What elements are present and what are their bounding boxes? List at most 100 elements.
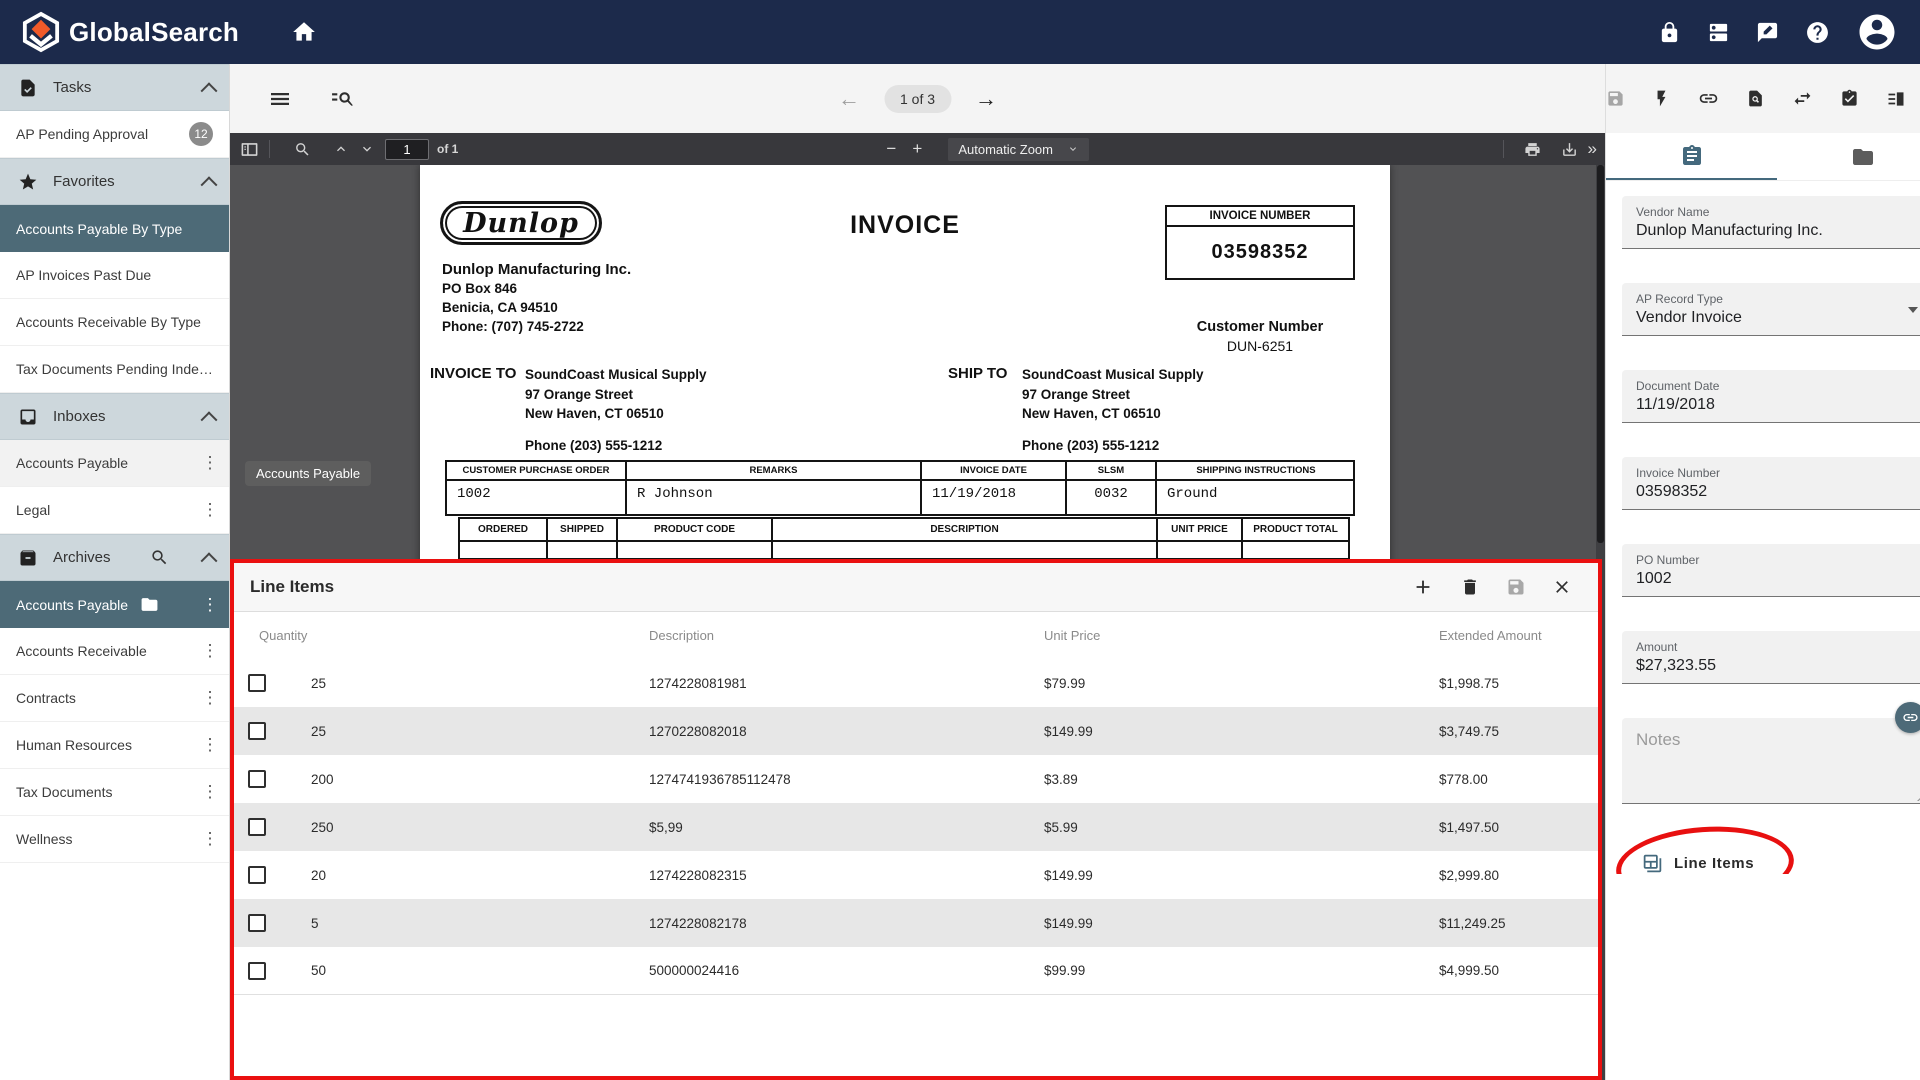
download-icon[interactable]	[1561, 141, 1578, 158]
field-invoice-number[interactable]: Invoice Number 03598352	[1622, 457, 1920, 510]
toggle-sidebar-icon[interactable]	[240, 140, 259, 159]
row-checkbox[interactable]	[248, 818, 266, 836]
account-avatar[interactable]	[1856, 11, 1898, 53]
next-document-arrow[interactable]: →	[975, 88, 997, 110]
column-description: Description	[649, 628, 1044, 643]
zoom-out-button[interactable]: −	[878, 139, 904, 159]
row-checkbox[interactable]	[248, 962, 266, 980]
row-checkbox[interactable]	[248, 866, 266, 884]
section-label: Inboxes	[53, 408, 106, 425]
sidebar-section-tasks[interactable]: Tasks	[0, 64, 229, 111]
sidebar-item-inbox-accounts-payable[interactable]: Accounts Payable ⋮	[0, 440, 229, 487]
sidebar-item-archive-accounts-payable[interactable]: Accounts Payable ⋮	[0, 581, 229, 628]
line-item-row[interactable]: 250 $5,99 $5.99 $1,497.50	[234, 803, 1598, 851]
line-item-row[interactable]: 5 1274228082178 $149.99 $11,249.25	[234, 899, 1598, 947]
item-menu-icon[interactable]: ⋮	[201, 500, 219, 520]
index-view-button[interactable]	[1886, 89, 1906, 109]
sidebar-item-archive-wellness[interactable]: Wellness ⋮	[0, 816, 229, 863]
document-search-button[interactable]	[1746, 89, 1765, 108]
item-menu-icon[interactable]: ⋮	[201, 688, 219, 708]
item-menu-icon[interactable]: ⋮	[201, 829, 219, 849]
save-document-button[interactable]	[1606, 89, 1625, 108]
find-previous-icon[interactable]	[333, 141, 349, 157]
item-menu-icon[interactable]: ⋮	[201, 735, 219, 755]
sidebar-item-inbox-legal[interactable]: Legal ⋮	[0, 487, 229, 534]
line-items-button-label: Line Items	[1674, 855, 1754, 872]
column-quantity: Quantity	[259, 628, 649, 643]
notes-input[interactable]	[1622, 718, 1920, 804]
workflow-actions-button[interactable]	[1652, 89, 1671, 108]
ship-to-label: SHIP TO	[948, 365, 1007, 382]
sidebar-item-archive-accounts-receivable[interactable]: Accounts Receivable ⋮	[0, 628, 229, 675]
item-menu-icon[interactable]: ⋮	[201, 453, 219, 473]
scrollbar-thumb[interactable]	[1597, 165, 1604, 543]
chevron-up-icon	[201, 176, 218, 193]
menu-icon[interactable]	[268, 87, 292, 111]
globalsearch-logo[interactable]: GlobalSearch	[22, 11, 239, 53]
close-line-items-button[interactable]	[1552, 577, 1572, 597]
help-icon[interactable]	[1805, 20, 1830, 45]
sidebar-item-ap-pending-approval[interactable]: AP Pending Approval 12	[0, 111, 229, 158]
feedback-icon[interactable]	[1756, 21, 1779, 44]
more-tools-icon[interactable]: »	[1588, 139, 1595, 159]
item-menu-icon[interactable]: ⋮	[201, 782, 219, 802]
link-fab-button[interactable]	[1895, 702, 1920, 733]
sidebar-item-accounts-receivable-by-type[interactable]: Accounts Receivable By Type	[0, 299, 229, 346]
field-amount[interactable]: Amount $27,323.55	[1622, 631, 1920, 684]
line-items-rows: 25 1274228081981 $79.99 $1,998.75 25 127…	[234, 659, 1598, 1076]
line-item-row[interactable]: 25 1270228082018 $149.99 $3,749.75	[234, 707, 1598, 755]
zoom-in-button[interactable]: +	[904, 139, 930, 159]
sidebar-item-archive-contracts[interactable]: Contracts ⋮	[0, 675, 229, 722]
lock-icon[interactable]	[1658, 21, 1681, 44]
delete-line-item-button[interactable]	[1460, 577, 1480, 597]
field-vendor-name[interactable]: Vendor Name Dunlop Manufacturing Inc.	[1622, 196, 1920, 249]
item-menu-icon[interactable]: ⋮	[201, 641, 219, 661]
field-value: 11/19/2018	[1636, 396, 1918, 414]
zoom-select[interactable]: Automatic Zoom	[948, 138, 1089, 161]
tab-index-fields[interactable]	[1606, 133, 1777, 180]
inbox-icon	[18, 407, 38, 427]
previous-document-arrow[interactable]: ←	[838, 88, 860, 110]
apps-dns-icon[interactable]	[1707, 21, 1730, 44]
print-icon[interactable]	[1524, 141, 1541, 158]
sidebar-item-archive-human-resources[interactable]: Human Resources ⋮	[0, 722, 229, 769]
field-document-date[interactable]: Document Date 11/19/2018	[1622, 370, 1920, 423]
item-label: Accounts Payable By Type	[16, 221, 182, 237]
count-badge: 12	[189, 122, 213, 146]
home-button[interactable]	[291, 19, 317, 45]
row-checkbox[interactable]	[248, 674, 266, 692]
sidebar-item-archive-tax-documents[interactable]: Tax Documents ⋮	[0, 769, 229, 816]
field-po-number[interactable]: PO Number 1002	[1622, 544, 1920, 597]
archives-search-icon[interactable]	[150, 548, 169, 567]
page-number-input[interactable]	[385, 139, 429, 160]
transfer-document-button[interactable]	[1792, 88, 1813, 109]
tab-document-folders[interactable]	[1777, 133, 1920, 180]
sidebar-item-ap-invoices-past-due[interactable]: AP Invoices Past Due	[0, 252, 229, 299]
pdf-canvas: Dunlop INVOICE Dunlop Manufacturing Inc.…	[230, 165, 1605, 1080]
save-line-items-button[interactable]	[1506, 577, 1526, 597]
field-ap-record-type[interactable]: AP Record Type Vendor Invoice	[1622, 283, 1920, 336]
find-next-icon[interactable]	[359, 141, 375, 157]
dropdown-caret-icon[interactable]	[1908, 307, 1918, 313]
search-results-icon[interactable]	[330, 86, 355, 111]
line-item-row[interactable]: 50 500000024416 $99.99 $4,999.50	[234, 947, 1598, 995]
line-item-row[interactable]: 200 1274741936785112478 $3.89 $778.00	[234, 755, 1598, 803]
line-items-button[interactable]: Line Items	[1642, 853, 1842, 874]
related-documents-button[interactable]	[1698, 88, 1719, 109]
line-item-row[interactable]: 25 1274228081981 $79.99 $1,998.75	[234, 659, 1598, 707]
sidebar-item-tax-documents-pending[interactable]: Tax Documents Pending Inde…	[0, 346, 229, 393]
sidebar-item-accounts-payable-by-type[interactable]: Accounts Payable By Type	[0, 205, 229, 252]
document-viewer-column: ← 1 of 3 → of 1 − +	[230, 64, 1605, 1080]
pdf-search-icon[interactable]	[294, 141, 311, 158]
item-menu-icon[interactable]: ⋮	[201, 595, 219, 615]
add-line-item-button[interactable]	[1412, 576, 1434, 598]
row-checkbox[interactable]	[248, 770, 266, 788]
sidebar-section-inboxes[interactable]: Inboxes	[0, 393, 229, 440]
row-checkbox[interactable]	[248, 722, 266, 740]
row-checkbox[interactable]	[248, 914, 266, 932]
line-item-row[interactable]: 20 1274228082315 $149.99 $2,999.80	[234, 851, 1598, 899]
approve-document-button[interactable]	[1840, 89, 1859, 108]
sidebar-section-archives[interactable]: Archives	[0, 534, 229, 581]
cell-quantity: 5	[311, 916, 649, 931]
sidebar-section-favorites[interactable]: Favorites	[0, 158, 229, 205]
